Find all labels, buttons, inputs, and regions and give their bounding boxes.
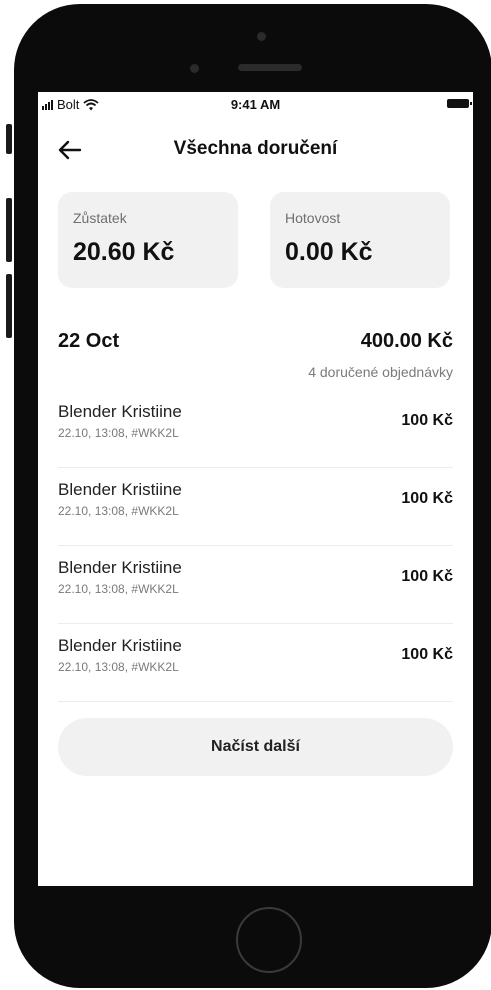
balance-label: Zůstatek xyxy=(73,210,127,226)
front-camera xyxy=(257,32,266,41)
status-time: 9:41 AM xyxy=(230,97,281,112)
home-button[interactable] xyxy=(236,907,302,973)
cash-label: Hotovost xyxy=(285,210,341,226)
restaurant-name: Blender Kristiine xyxy=(58,558,182,577)
volume-down-button xyxy=(6,274,12,338)
restaurant-name: Blender Kristiine xyxy=(58,480,182,499)
group-order-count: 4 doručené objednávky xyxy=(308,364,453,380)
delivery-meta: 22.10, 13:08, #WKK2L xyxy=(58,582,179,596)
mute-switch xyxy=(6,124,12,154)
delivery-row[interactable]: Blender Kristiine 22.10, 13:08, #WKK2L 1… xyxy=(58,624,453,702)
delivery-price: 100 Kč xyxy=(401,568,453,585)
group-date: 22 Oct xyxy=(58,330,120,352)
load-more-button[interactable]: Načíst další xyxy=(58,718,453,776)
restaurant-name: Blender Kristiine xyxy=(58,636,182,655)
delivery-meta: 22.10, 13:08, #WKK2L xyxy=(58,504,179,518)
status-bar: Bolt 9:41 AM xyxy=(38,92,473,116)
delivery-row[interactable]: Blender Kristiine 22.10, 13:08, #WKK2L 1… xyxy=(58,468,453,546)
balance-value: 20.60 Kč xyxy=(73,238,175,266)
app-screen: Bolt 9:41 AM Všechna doručení Zůstatek 2… xyxy=(38,92,473,886)
earpiece-speaker xyxy=(238,64,302,71)
restaurant-name: Blender Kristiine xyxy=(58,402,182,421)
delivery-price: 100 Kč xyxy=(401,412,453,429)
delivery-price: 100 Kč xyxy=(401,490,453,507)
proximity-sensor xyxy=(190,64,199,73)
cash-card: Hotovost 0.00 Kč xyxy=(270,192,450,288)
delivery-meta: 22.10, 13:08, #WKK2L xyxy=(58,660,179,674)
balance-card: Zůstatek 20.60 Kč xyxy=(58,192,238,288)
volume-up-button xyxy=(6,198,12,262)
page-header: Všechna doručení xyxy=(38,130,473,170)
delivery-row[interactable]: Blender Kristiine 22.10, 13:08, #WKK2L 1… xyxy=(58,390,453,468)
group-total: 400.00 Kč xyxy=(360,330,453,352)
delivery-row[interactable]: Blender Kristiine 22.10, 13:08, #WKK2L 1… xyxy=(58,546,453,624)
page-title: Všechna doručení xyxy=(173,138,338,159)
cash-value: 0.00 Kč xyxy=(285,238,373,266)
battery-icon xyxy=(447,99,472,108)
delivery-meta: 22.10, 13:08, #WKK2L xyxy=(58,426,179,440)
delivery-price: 100 Kč xyxy=(401,646,453,663)
